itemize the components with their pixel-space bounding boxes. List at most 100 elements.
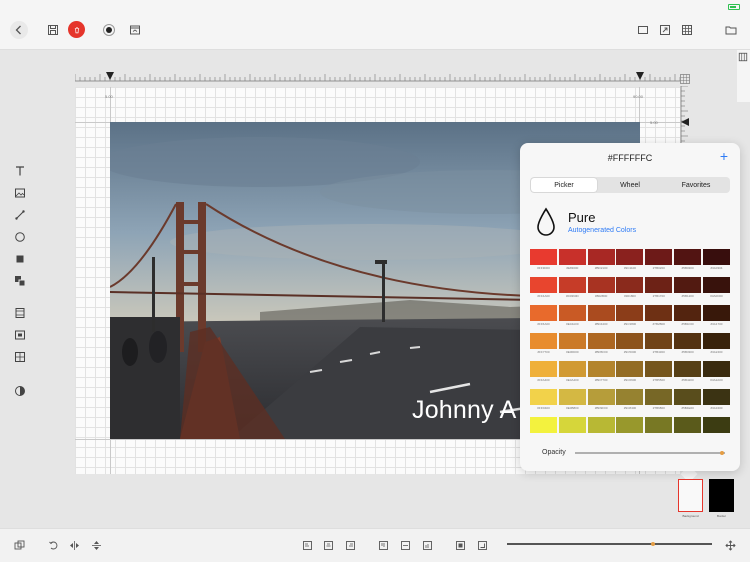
tab-wheel[interactable]: Wheel — [597, 178, 663, 192]
color-swatch[interactable]: #5B1F00 — [674, 305, 702, 328]
border-color-target[interactable]: Border — [709, 479, 734, 522]
film-icon[interactable] — [12, 305, 28, 321]
gallery-icon[interactable] — [12, 349, 28, 365]
swatch-fill[interactable] — [530, 249, 557, 265]
color-swatch[interactable] — [616, 417, 644, 440]
swatch-fill[interactable] — [645, 305, 673, 321]
swatch-fill[interactable] — [558, 249, 586, 265]
color-swatch[interactable]: #5B4E00 — [674, 389, 702, 412]
color-swatch[interactable]: #5B0300 — [674, 249, 702, 272]
swatch-fill[interactable] — [645, 249, 673, 265]
color-swatch[interactable]: #5B3300 — [674, 333, 702, 356]
text-icon[interactable] — [12, 163, 28, 179]
rectangle-icon[interactable] — [634, 21, 652, 39]
color-swatch[interactable]: #3A2A00 — [702, 361, 730, 384]
swatch-fill[interactable] — [530, 389, 557, 405]
align-center-icon[interactable] — [321, 538, 335, 552]
frame-icon[interactable] — [12, 327, 28, 343]
color-swatch[interactable]: #9C3800 — [616, 305, 644, 328]
swatch-fill[interactable] — [558, 361, 586, 377]
grid-icon[interactable] — [678, 21, 696, 39]
color-swatch[interactable]: #3A1700 — [702, 305, 730, 328]
background-color-target[interactable]: Background — [678, 479, 703, 522]
color-swatch[interactable]: #BD5F00 — [587, 333, 615, 356]
send-backward-icon[interactable] — [475, 538, 489, 552]
swatch-fill[interactable] — [702, 305, 730, 321]
swatch-fill[interactable] — [587, 417, 615, 433]
horizontal-ruler[interactable] — [74, 68, 681, 84]
swatch-fill[interactable] — [645, 277, 673, 293]
color-swatch[interactable]: #FF3D00 — [530, 249, 557, 272]
color-swatch[interactable]: #7B2B00 — [645, 305, 673, 328]
color-swatch[interactable]: #FF6A00 — [530, 305, 557, 328]
swatch-fill[interactable] — [530, 277, 557, 293]
align-left-icon[interactable] — [300, 538, 314, 552]
align-top-icon[interactable] — [376, 538, 390, 552]
color-swatch[interactable]: #E0B800 — [558, 389, 586, 412]
swatch-fill[interactable] — [645, 361, 673, 377]
swatch-fill[interactable] — [674, 389, 702, 405]
swatch-fill[interactable] — [645, 417, 673, 433]
color-swatch[interactable]: #E83000 — [558, 249, 586, 272]
opacity-slider[interactable] — [575, 451, 725, 455]
color-swatch[interactable] — [558, 417, 586, 440]
top-margin-marker[interactable] — [681, 118, 689, 126]
flip-vertical-icon[interactable] — [89, 538, 103, 552]
swatch-fill[interactable] — [674, 417, 702, 433]
color-swatch[interactable]: #5B4200 — [674, 361, 702, 384]
color-swatch[interactable] — [587, 417, 615, 440]
swatch-fill[interactable] — [530, 417, 557, 433]
move-icon[interactable] — [723, 538, 737, 552]
swatch-fill[interactable] — [702, 389, 730, 405]
swatch-fill[interactable] — [587, 249, 615, 265]
image-icon[interactable] — [12, 185, 28, 201]
swatch-fill[interactable] — [587, 305, 615, 321]
color-swatch[interactable]: #901800 — [616, 277, 644, 300]
color-swatch[interactable]: #3A2400 — [702, 333, 730, 356]
color-swatch[interactable]: #BD2100 — [587, 249, 615, 272]
color-swatch[interactable]: #D0390D — [558, 277, 586, 300]
swatch-fill[interactable] — [702, 277, 730, 293]
color-swatch[interactable]: #FF4A00 — [530, 277, 557, 300]
color-swatch[interactable] — [702, 417, 730, 440]
swatch-fill[interactable] — [674, 361, 702, 377]
background-color-swatch[interactable] — [678, 479, 703, 512]
color-swatch[interactable]: #E04A00 — [558, 305, 586, 328]
color-swatch[interactable]: #FFD400 — [530, 389, 557, 412]
align-right-icon[interactable] — [343, 538, 357, 552]
color-swatch[interactable]: #3A0D00 — [702, 277, 730, 300]
swatch-fill[interactable] — [674, 249, 702, 265]
line-icon[interactable] — [12, 207, 28, 223]
swatch-fill[interactable] — [587, 277, 615, 293]
swatch-fill[interactable] — [645, 389, 673, 405]
swatch-fill[interactable] — [530, 305, 557, 321]
resize-icon[interactable] — [656, 21, 674, 39]
flip-horizontal-icon[interactable] — [67, 538, 81, 552]
swatch-fill[interactable] — [616, 333, 644, 349]
rotate-icon[interactable] — [46, 538, 60, 552]
swatch-fill[interactable] — [616, 417, 644, 433]
swatch-fill[interactable] — [616, 277, 644, 293]
swatch-fill[interactable] — [530, 361, 557, 377]
layer-icon[interactable] — [12, 273, 28, 289]
bring-forward-icon[interactable] — [453, 538, 467, 552]
color-swatch[interactable] — [530, 417, 557, 440]
swatch-fill[interactable] — [702, 249, 730, 265]
color-swatch[interactable]: #3A0304 — [702, 249, 730, 272]
swatch-fill[interactable] — [558, 417, 586, 433]
color-swatch[interactable]: #7B0200 — [645, 249, 673, 272]
color-swatch[interactable]: #3A3400 — [702, 389, 730, 412]
color-swatch[interactable]: #9C5000 — [616, 333, 644, 356]
swatch-fill[interactable] — [616, 361, 644, 377]
swatch-fill[interactable] — [616, 249, 644, 265]
swatch-fill[interactable] — [616, 305, 644, 321]
folder-icon[interactable] — [722, 21, 740, 39]
align-middle-icon[interactable] — [398, 538, 412, 552]
canvas-text-overlay[interactable]: Johnny A — [412, 396, 516, 425]
color-swatch[interactable]: #7B6800 — [645, 389, 673, 412]
color-swatch[interactable]: #5B1200 — [674, 277, 702, 300]
align-bottom-icon[interactable] — [420, 538, 434, 552]
swatch-fill[interactable] — [645, 333, 673, 349]
zoom-slider[interactable] — [507, 542, 712, 546]
color-swatch[interactable]: #9C6600 — [616, 361, 644, 384]
